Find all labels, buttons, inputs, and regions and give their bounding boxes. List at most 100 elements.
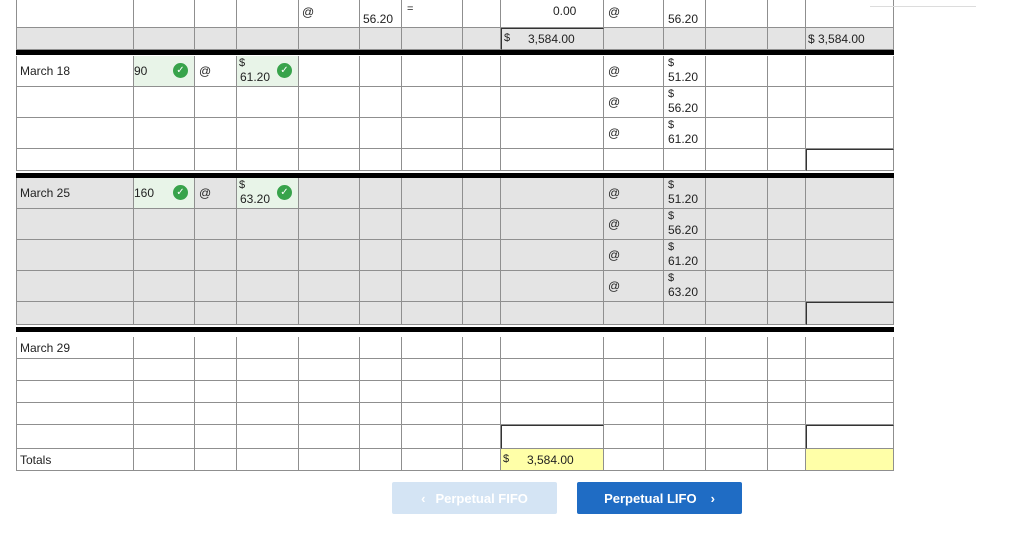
- row-2-line-2-cell-3[interactable]: [195, 359, 237, 381]
- row-0-line-1-cell-4[interactable]: $61.20 ✓: [237, 56, 299, 87]
- row-0-line-1-cell-3[interactable]: @: [195, 56, 237, 87]
- row-1-line-1-cell-14[interactable]: [806, 178, 894, 209]
- row-1-line-1-cell-10[interactable]: @: [604, 178, 664, 209]
- row-0-line-3-cell-14[interactable]: [806, 118, 894, 149]
- totals-row-cell-7[interactable]: [402, 449, 463, 471]
- row-0-line-1-cell-8[interactable]: [463, 56, 501, 87]
- row-0-line-3-cell-8[interactable]: [463, 118, 501, 149]
- row-1-line-2-cell-2[interactable]: [134, 209, 195, 240]
- row-1-line-3-cell-5[interactable]: [299, 240, 360, 271]
- row-2-line-1-cell-7[interactable]: [402, 337, 463, 359]
- row-0-line-3-cell-5[interactable]: [299, 118, 360, 149]
- row-2-line-2-cell-2[interactable]: [134, 359, 195, 381]
- row-0-trailer-cell-11[interactable]: [664, 149, 706, 171]
- row-0-line-2-cell-9[interactable]: [501, 87, 604, 118]
- row-1-line-3-cell-6[interactable]: [360, 240, 402, 271]
- row-1-line-3-cell-10[interactable]: @: [604, 240, 664, 271]
- row-2-line-5-cell-2[interactable]: [134, 425, 195, 449]
- row-2-line-5-cell-5[interactable]: [299, 425, 360, 449]
- subtotal-row-cell-10[interactable]: [604, 28, 664, 50]
- row-1-line-4-cell-3[interactable]: [195, 271, 237, 302]
- totals-row-cell-6[interactable]: [360, 449, 402, 471]
- row-2-line-3-cell-12[interactable]: [706, 381, 768, 403]
- row-1-line-1-cell-6[interactable]: [360, 178, 402, 209]
- row-1-line-1-cell-5[interactable]: [299, 178, 360, 209]
- row-1-line-4-cell-6[interactable]: [360, 271, 402, 302]
- perpetual-lifo-button[interactable]: Perpetual LIFO ›: [577, 482, 742, 514]
- row-2-line-1-cell-13[interactable]: [768, 337, 806, 359]
- row-1-line-1-cell-7[interactable]: [402, 178, 463, 209]
- row-2-line-1-cell-9[interactable]: [501, 337, 604, 359]
- row-0-trailer-cell-6[interactable]: [360, 149, 402, 171]
- row-0-line-3-cell-12[interactable]: [706, 118, 768, 149]
- row-1-trailer-cell-10[interactable]: [604, 302, 664, 325]
- row-2-line-3-cell-4[interactable]: [237, 381, 299, 403]
- row-1-line-4-cell-5[interactable]: [299, 271, 360, 302]
- row-1-line-4-cell-8[interactable]: [463, 271, 501, 302]
- top-row-cell-8[interactable]: [463, 0, 501, 28]
- totals-row-cell-12[interactable]: [706, 449, 768, 471]
- row-0-trailer-cell-9[interactable]: [501, 149, 604, 171]
- subtotal-row-cell-9[interactable]: $3,584.00: [501, 28, 604, 50]
- row-1-line-3-cell-11[interactable]: $61.20: [664, 240, 706, 271]
- row-2-line-2-cell-12[interactable]: [706, 359, 768, 381]
- totals-row-cell-9[interactable]: $3,584.00: [501, 449, 604, 471]
- row-2-line-3-cell-3[interactable]: [195, 381, 237, 403]
- row-2-line-3-cell-10[interactable]: [604, 381, 664, 403]
- row-1-line-3-cell-14[interactable]: [806, 240, 894, 271]
- row-2-line-3-cell-6[interactable]: [360, 381, 402, 403]
- row-1-line-1-cell-2[interactable]: 160 ✓: [134, 178, 195, 209]
- row-0-line-3-cell-9[interactable]: [501, 118, 604, 149]
- row-2-line-4-cell-5[interactable]: [299, 403, 360, 425]
- row-2-line-2-cell-11[interactable]: [664, 359, 706, 381]
- row-0-line-2-cell-11[interactable]: $56.20: [664, 87, 706, 118]
- totals-row-cell-13[interactable]: [768, 449, 806, 471]
- row-0-line-2-cell-12[interactable]: [706, 87, 768, 118]
- totals-row-cell-11[interactable]: [664, 449, 706, 471]
- row-0-line-2-cell-7[interactable]: [402, 87, 463, 118]
- row-1-line-4-cell-10[interactable]: @: [604, 271, 664, 302]
- row-2-line-4-cell-7[interactable]: [402, 403, 463, 425]
- row-1-line-4-cell-14[interactable]: [806, 271, 894, 302]
- row-2-line-5-cell-9[interactable]: [501, 425, 604, 449]
- totals-row-cell-5[interactable]: [299, 449, 360, 471]
- row-2-line-1-cell-12[interactable]: [706, 337, 768, 359]
- row-2-line-4-cell-3[interactable]: [195, 403, 237, 425]
- row-1-line-1-cell-12[interactable]: [706, 178, 768, 209]
- row-0-line-2-cell-3[interactable]: [195, 87, 237, 118]
- row-0-trailer-cell-10[interactable]: [604, 149, 664, 171]
- row-2-line-2-cell-6[interactable]: [360, 359, 402, 381]
- row-0-line-3-cell-11[interactable]: $61.20: [664, 118, 706, 149]
- row-1-trailer-cell-12[interactable]: [706, 302, 768, 325]
- row-1-line-3-cell-3[interactable]: [195, 240, 237, 271]
- row-1-line-2-cell-12[interactable]: [706, 209, 768, 240]
- row-2-line-4-cell-4[interactable]: [237, 403, 299, 425]
- row-1-line-1-cell-11[interactable]: $51.20: [664, 178, 706, 209]
- row-0-line-2-cell-8[interactable]: [463, 87, 501, 118]
- row-1-line-3-cell-2[interactable]: [134, 240, 195, 271]
- row-2-line-2-cell-14[interactable]: [806, 359, 894, 381]
- row-2-line-1-cell-5[interactable]: [299, 337, 360, 359]
- row-1-line-2-cell-8[interactable]: [463, 209, 501, 240]
- row-0-line-3-cell-10[interactable]: @: [604, 118, 664, 149]
- row-2-line-4-cell-13[interactable]: [768, 403, 806, 425]
- row-1-line-2-cell-10[interactable]: @: [604, 209, 664, 240]
- row-2-line-2-cell-10[interactable]: [604, 359, 664, 381]
- subtotal-row-cell-5[interactable]: [299, 28, 360, 50]
- row-0-line-3-cell-2[interactable]: [134, 118, 195, 149]
- row-2-line-2-cell-13[interactable]: [768, 359, 806, 381]
- row-0-line-1-cell-14[interactable]: [806, 56, 894, 87]
- row-1-line-2-cell-3[interactable]: [195, 209, 237, 240]
- row-2-line-1-cell-2[interactable]: [134, 337, 195, 359]
- totals-row-cell-14[interactable]: [806, 449, 894, 471]
- row-2-line-4-cell-8[interactable]: [463, 403, 501, 425]
- row-1-trailer-cell-11[interactable]: [664, 302, 706, 325]
- row-0-line-3-cell-4[interactable]: [237, 118, 299, 149]
- row-1-line-4-cell-13[interactable]: [768, 271, 806, 302]
- top-row-cell-7[interactable]: =: [402, 0, 463, 28]
- row-1-trailer-cell-2[interactable]: [134, 302, 195, 325]
- top-row-cell-14[interactable]: [806, 0, 894, 28]
- row-1-trailer-cell-13[interactable]: [768, 302, 806, 325]
- top-row-cell-6[interactable]: 56.20: [360, 0, 402, 28]
- row-0-line-1-cell-2[interactable]: 90 ✓: [134, 56, 195, 87]
